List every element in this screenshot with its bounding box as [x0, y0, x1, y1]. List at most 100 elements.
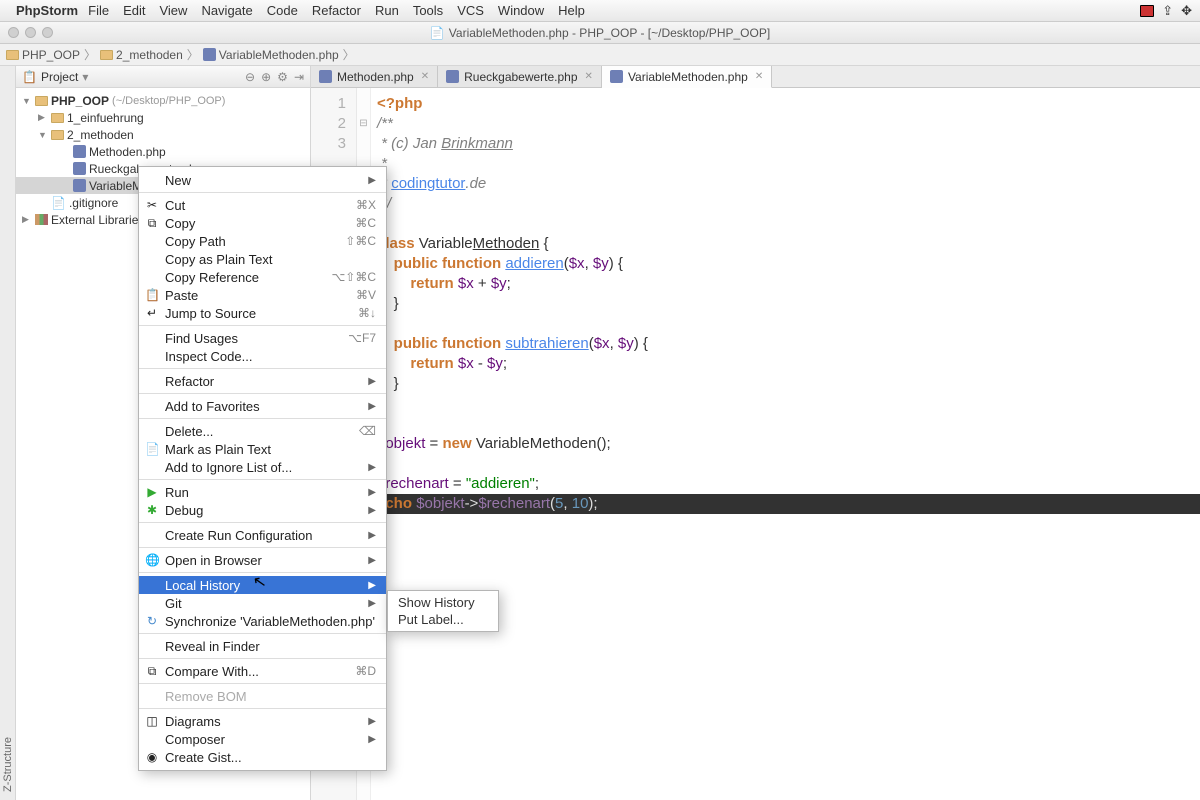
target-icon[interactable]: ⊕	[261, 70, 271, 84]
ctx-compare[interactable]: ⧉Compare With...⌘D	[139, 662, 386, 680]
ctx-create-run[interactable]: Create Run Configuration▶	[139, 526, 386, 544]
jump-icon: ↵	[145, 306, 159, 320]
php-icon	[319, 70, 332, 83]
traffic-lights[interactable]	[8, 27, 53, 38]
collapse-icon[interactable]: ⊖	[245, 70, 255, 84]
ctx-delete[interactable]: Delete...⌫	[139, 422, 386, 440]
ctx-mark-plain[interactable]: 📄Mark as Plain Text	[139, 440, 386, 458]
sync-icon: ↻	[145, 614, 159, 628]
ctx-diagrams[interactable]: ◫Diagrams▶	[139, 712, 386, 730]
breadcrumb: PHP_OOP 〉 2_methoden 〉 VariableMethoden.…	[0, 44, 1200, 66]
debug-icon: ✱	[145, 503, 159, 517]
ctx-copy[interactable]: ⧉Copy⌘C	[139, 214, 386, 232]
window-titlebar: 📄 VariableMethoden.php - PHP_OOP - [~/De…	[0, 22, 1200, 44]
tree-folder[interactable]: ▼2_methoden	[16, 126, 310, 143]
file-icon: 📄	[51, 196, 66, 210]
copy-icon: ⧉	[145, 216, 159, 231]
structure-tab[interactable]: Z-Structure	[2, 737, 14, 792]
menu-vcs[interactable]: VCS	[457, 3, 484, 18]
menu-edit[interactable]: Edit	[123, 3, 145, 18]
menu-refactor[interactable]: Refactor	[312, 3, 361, 18]
php-icon	[73, 179, 86, 192]
tab-variablemethoden[interactable]: VariableMethoden.php✕	[602, 66, 772, 88]
close-icon[interactable]: ✕	[755, 71, 763, 82]
ctx-copy-ref[interactable]: Copy Reference⌥⇧⌘C	[139, 268, 386, 286]
github-icon: ◉	[145, 750, 159, 764]
sub-put-label[interactable]: Put Label...	[388, 611, 498, 628]
tab-methoden[interactable]: Methoden.php✕	[311, 66, 438, 87]
browser-icon: 🌐	[145, 553, 159, 567]
breadcrumb-root[interactable]: PHP_OOP	[6, 48, 80, 62]
menu-help[interactable]: Help	[558, 3, 585, 18]
php-icon	[610, 70, 623, 83]
editor-tabs: Methoden.php✕ Rueckgabewerte.php✕ Variab…	[311, 66, 1200, 88]
project-icon: 📋	[22, 70, 37, 84]
ctx-new[interactable]: New▶	[139, 171, 386, 189]
cut-icon: ✂	[145, 198, 159, 212]
ctx-gist[interactable]: ◉Create Gist...	[139, 748, 386, 766]
compare-icon: ⧉	[145, 664, 159, 679]
ctx-jump[interactable]: ↵Jump to Source⌘↓	[139, 304, 386, 322]
folder-icon	[51, 113, 64, 123]
php-file-icon: 📄	[430, 26, 445, 40]
menu-window[interactable]: Window	[498, 3, 544, 18]
close-icon[interactable]: ✕	[421, 71, 429, 82]
project-title[interactable]: Project	[41, 70, 78, 84]
code-area[interactable]: 123 ⊟ <?php /** * (c) Jan Brinkmann * * …	[311, 88, 1200, 800]
folder-icon	[100, 50, 113, 60]
libraries-icon	[35, 214, 48, 225]
gear-icon[interactable]: ⚙	[277, 70, 288, 84]
tab-rueckgabewerte[interactable]: Rueckgabewerte.php✕	[438, 66, 602, 87]
delete-icon: ⌫	[359, 424, 376, 438]
tree-file[interactable]: Methoden.php	[16, 143, 310, 160]
left-toolbar: Z-Structure	[0, 66, 16, 800]
folder-icon	[6, 50, 19, 60]
ctx-copy-path[interactable]: Copy Path⇧⌘C	[139, 232, 386, 250]
status-record-icon[interactable]	[1140, 5, 1154, 17]
close-icon[interactable]: ✕	[585, 71, 593, 82]
ctx-remove-bom: Remove BOM	[139, 687, 386, 705]
code-text[interactable]: <?php /** * (c) Jan Brinkmann * * coding…	[371, 88, 1200, 800]
ctx-sync[interactable]: ↻Synchronize 'VariableMethoden.php'	[139, 612, 386, 630]
ctx-favorites[interactable]: Add to Favorites▶	[139, 397, 386, 415]
hide-icon[interactable]: ⇥	[294, 70, 304, 84]
ctx-git[interactable]: Git▶	[139, 594, 386, 612]
breadcrumb-file[interactable]: VariableMethoden.php	[203, 48, 339, 62]
ctx-run[interactable]: ▶Run▶	[139, 483, 386, 501]
tree-root[interactable]: ▼PHP_OOP (~/Desktop/PHP_OOP)	[16, 92, 310, 109]
ctx-find-usages[interactable]: Find Usages⌥F7	[139, 329, 386, 347]
ctx-ignore[interactable]: Add to Ignore List of...▶	[139, 458, 386, 476]
tree-folder[interactable]: ▶1_einfuehrung	[16, 109, 310, 126]
folder-icon	[51, 130, 64, 140]
ctx-inspect[interactable]: Inspect Code...	[139, 347, 386, 365]
window-title: VariableMethoden.php - PHP_OOP - [~/Desk…	[449, 26, 770, 40]
ctx-composer[interactable]: Composer▶	[139, 730, 386, 748]
ctx-cut[interactable]: ✂Cut⌘X	[139, 196, 386, 214]
ctx-refactor[interactable]: Refactor▶	[139, 372, 386, 390]
context-menu: New▶ ✂Cut⌘X ⧉Copy⌘C Copy Path⇧⌘C Copy as…	[138, 166, 387, 771]
folder-icon	[35, 96, 48, 106]
editor: Methoden.php✕ Rueckgabewerte.php✕ Variab…	[311, 66, 1200, 800]
menu-code[interactable]: Code	[267, 3, 298, 18]
app-name[interactable]: PhpStorm	[16, 3, 78, 18]
php-icon	[446, 70, 459, 83]
ctx-open-browser[interactable]: 🌐Open in Browser▶	[139, 551, 386, 569]
menu-tools[interactable]: Tools	[413, 3, 443, 18]
php-icon	[73, 145, 86, 158]
menu-view[interactable]: View	[159, 3, 187, 18]
menu-run[interactable]: Run	[375, 3, 399, 18]
menu-navigate[interactable]: Navigate	[201, 3, 252, 18]
status-icon[interactable]: ✥	[1181, 3, 1192, 19]
ctx-local-history[interactable]: Local History▶	[139, 576, 386, 594]
ctx-debug[interactable]: ✱Debug▶	[139, 501, 386, 519]
diagram-icon: ◫	[145, 714, 159, 728]
php-icon	[203, 48, 216, 61]
ctx-paste[interactable]: 📋Paste⌘V	[139, 286, 386, 304]
ctx-copy-plain[interactable]: Copy as Plain Text	[139, 250, 386, 268]
sub-show-history[interactable]: Show History	[388, 594, 498, 611]
menu-file[interactable]: File	[88, 3, 109, 18]
dropbox-icon[interactable]: ⇪	[1162, 3, 1173, 19]
context-submenu: Show History Put Label...	[387, 590, 499, 632]
breadcrumb-folder[interactable]: 2_methoden	[100, 48, 183, 62]
ctx-reveal-finder[interactable]: Reveal in Finder	[139, 637, 386, 655]
